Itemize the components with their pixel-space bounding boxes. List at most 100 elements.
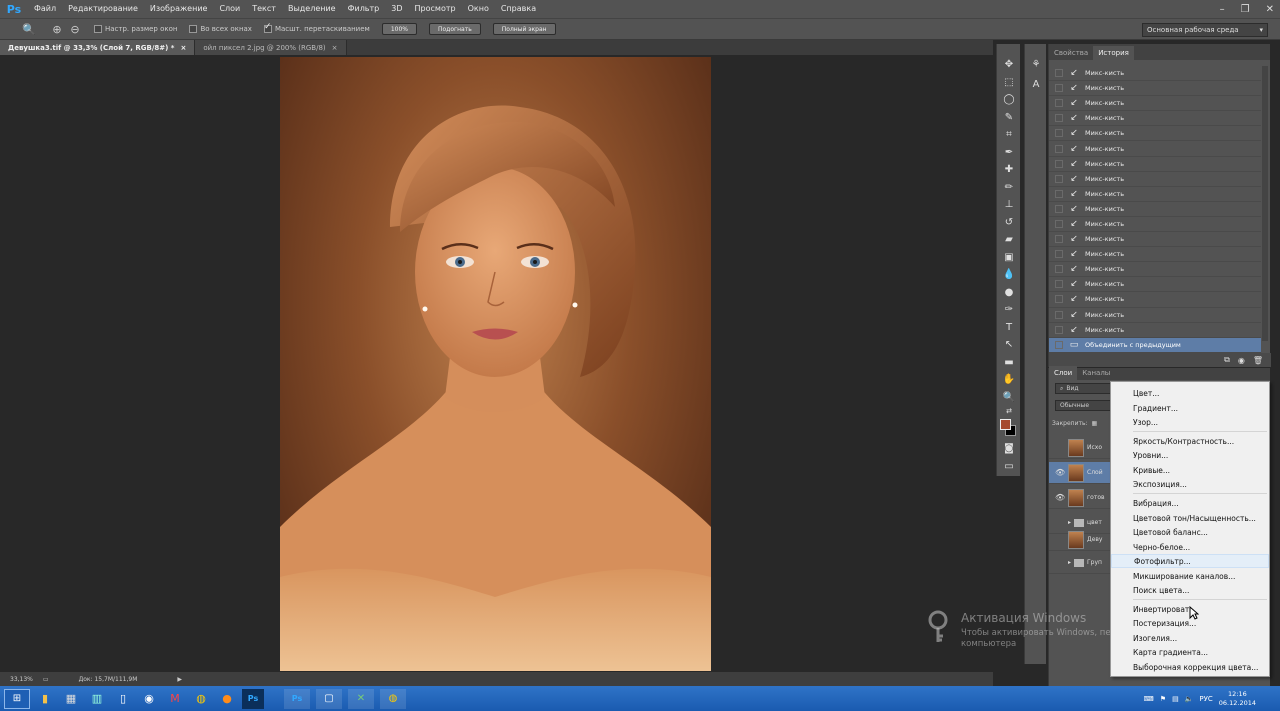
history-item[interactable]: ↙ Микс-кисть (1049, 81, 1261, 97)
gradient-tool-icon[interactable]: ▣ (997, 249, 1021, 267)
eyedropper-tool-icon[interactable]: ✒ (997, 144, 1021, 162)
language-indicator[interactable]: РУС (1199, 695, 1212, 703)
menu-type[interactable]: Текст (246, 0, 282, 18)
stamp-tool-icon[interactable]: ⊥ (997, 196, 1021, 214)
zoom-tool-icon[interactable]: 🔍 (997, 389, 1021, 407)
history-item[interactable]: ↙ Микс-кисть (1049, 141, 1261, 157)
blur-tool-icon[interactable]: 💧 (997, 266, 1021, 284)
mail-icon[interactable]: M (164, 689, 186, 709)
calculator-icon[interactable]: ▦ (60, 689, 82, 709)
menu-item-curves[interactable]: Кривые... (1111, 463, 1269, 477)
history-item[interactable]: ↙ Микс-кисть (1049, 262, 1261, 278)
close-button[interactable]: ✕ (1266, 4, 1274, 15)
zoom-level[interactable]: 33,13% (10, 676, 33, 683)
history-item-selected[interactable]: ▭ Объединить с предыдущим (1049, 337, 1261, 353)
tab-layers[interactable]: Слои (1049, 366, 1078, 380)
layer-row[interactable]: Деву (1049, 529, 1111, 551)
screen-mode-icon[interactable]: ▭ (997, 458, 1021, 476)
brush-presets-icon[interactable]: ⚘ (1025, 54, 1047, 74)
history-scrollbar[interactable] (1262, 66, 1268, 341)
menu-item-levels[interactable]: Уровни... (1111, 448, 1269, 462)
history-item[interactable]: ↙ Микс-кисть (1049, 126, 1261, 142)
brush-tool-icon[interactable]: ✏ (997, 179, 1021, 197)
type-tool-icon[interactable]: T (997, 319, 1021, 337)
menu-item-hue-saturation[interactable]: Цветовой тон/Насыщенность... (1111, 511, 1269, 525)
tab-properties[interactable]: Свойства (1049, 46, 1093, 60)
history-item[interactable]: ↙ Микс-кисть (1049, 96, 1261, 112)
crop-tool-icon[interactable]: ⌗ (997, 126, 1021, 144)
flag-icon[interactable]: ⚑ (1160, 695, 1166, 703)
menu-select[interactable]: Выделение (282, 0, 342, 18)
menu-item-pattern[interactable]: Узор... (1111, 415, 1269, 429)
layer-group-row[interactable]: ▸ Груп (1049, 552, 1111, 574)
workspace-select[interactable]: Основная рабочая среда ▾ (1142, 23, 1268, 37)
layer-filter-select[interactable]: ⌕ Вид (1055, 383, 1111, 394)
healing-tool-icon[interactable]: ✚ (997, 161, 1021, 179)
zoom-tool-icon[interactable]: 🔍 (22, 22, 36, 36)
history-item[interactable]: ↙ Микс-кисть (1049, 66, 1261, 82)
character-panel-icon[interactable]: A (1025, 74, 1047, 94)
network-icon[interactable]: ▤ (1172, 695, 1179, 703)
swap-colors-icon[interactable]: ⇄ (997, 406, 1021, 416)
fit-screen-button[interactable]: Подогнать (428, 23, 481, 35)
doc-tab-inactive[interactable]: ойл пиксел 2.jpg @ 200% (RGB/8) × (195, 40, 347, 55)
fill-screen-button[interactable]: Полный экран (492, 23, 556, 35)
photoshop-taskbar-icon[interactable]: Ps (242, 688, 264, 709)
pen-tool-icon[interactable]: ✑ (997, 301, 1021, 319)
explorer-icon[interactable]: ▮ (34, 689, 56, 709)
firefox-icon[interactable]: ● (216, 689, 238, 709)
color-swatches[interactable] (997, 416, 1021, 440)
history-item[interactable]: ↙ Микс-кисть (1049, 232, 1261, 248)
hand-tool-icon[interactable]: ✋ (997, 371, 1021, 389)
volume-icon[interactable]: 🔈 (1185, 695, 1194, 703)
quick-select-tool-icon[interactable]: ✎ (997, 109, 1021, 127)
portrait-painting[interactable] (280, 57, 711, 671)
keyboard-icon[interactable]: ⌨ (1144, 695, 1154, 703)
menu-filter[interactable]: Фильтр (342, 0, 386, 18)
menu-image[interactable]: Изображение (144, 0, 214, 18)
menu-edit[interactable]: Редактирование (62, 0, 144, 18)
window-running-icon[interactable]: ▢ (316, 688, 342, 709)
history-item[interactable]: ↙ Микс-кисть (1049, 172, 1261, 187)
layer-row[interactable]: Исхо (1049, 437, 1111, 459)
menu-item-solid-color[interactable]: Цвет... (1111, 386, 1269, 400)
zoom-out-icon[interactable]: ⊖ (68, 22, 82, 36)
history-item[interactable]: ↙ Микс-кисть (1049, 292, 1261, 308)
history-item[interactable]: ↙ Микс-кисть (1049, 111, 1261, 127)
blend-mode-select[interactable]: Обычные (1055, 400, 1111, 411)
history-item[interactable]: ↙ Микс-кисть (1049, 277, 1261, 293)
menu-layers[interactable]: Слои (213, 0, 246, 18)
expand-arrow-icon[interactable]: ▸ (1068, 519, 1071, 526)
menu-item-color-lookup[interactable]: Поиск цвета... (1111, 583, 1269, 597)
resize-windows-checkbox[interactable]: Настр. размер окон (94, 25, 177, 33)
history-item[interactable]: ↙ Микс-кисть (1049, 157, 1261, 172)
move-tool-icon[interactable]: ✥ (997, 56, 1021, 74)
tab-channels[interactable]: Каналы (1077, 366, 1115, 380)
new-document-icon[interactable]: ⧉ (1224, 355, 1230, 365)
history-item[interactable]: ↙ Микс-кисть (1049, 308, 1261, 323)
menu-item-brightness-contrast[interactable]: Яркость/Контрастность... (1111, 434, 1269, 448)
eye-icon[interactable]: 👁 (1055, 493, 1065, 502)
task-manager-icon[interactable]: ▥ (86, 689, 108, 709)
menu-window[interactable]: Окно (462, 0, 495, 18)
shape-tool-icon[interactable]: ▬ (997, 354, 1021, 372)
excel-running-icon[interactable]: ✕ (348, 688, 374, 709)
layer-row[interactable]: 👁 готов (1049, 487, 1111, 509)
clock[interactable]: 12:16 06.12.2014 (1219, 690, 1256, 708)
expand-arrow-icon[interactable]: ▸ (1068, 559, 1071, 566)
lasso-tool-icon[interactable]: ◯ (997, 91, 1021, 109)
history-item[interactable]: ↙ Микс-кисть (1049, 217, 1261, 233)
scrubby-zoom-checkbox[interactable]: Масшт. перетаскиванием (263, 22, 370, 33)
export-icon[interactable]: ▭ (43, 676, 49, 683)
menu-item-selective-color[interactable]: Выборочная коррекция цвета... (1111, 660, 1269, 674)
close-icon[interactable]: × (332, 44, 338, 52)
quick-mask-icon[interactable]: ◙ (997, 440, 1021, 458)
minimize-button[interactable]: – (1220, 4, 1225, 15)
history-item[interactable]: ↙ Микс-кисть (1049, 247, 1261, 263)
history-brush-tool-icon[interactable]: ↺ (997, 214, 1021, 232)
zoom-in-icon[interactable]: ⊕ (50, 22, 64, 36)
chrome-icon[interactable]: ◍ (190, 689, 212, 709)
menu-item-threshold[interactable]: Изогелия... (1111, 631, 1269, 645)
marquee-tool-icon[interactable]: ⬚ (997, 74, 1021, 92)
restore-button[interactable]: ❐ (1241, 4, 1250, 15)
